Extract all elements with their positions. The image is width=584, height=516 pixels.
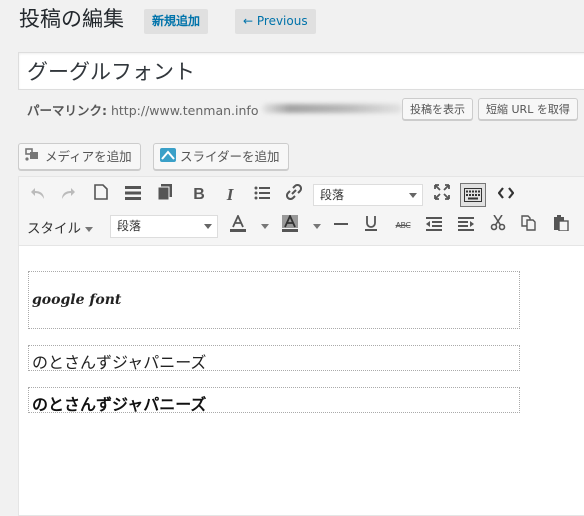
strikethrough-icon[interactable]: ABC [392, 215, 414, 237]
add-slider-label: スライダーを追加 [180, 149, 280, 164]
indent-icon[interactable] [455, 215, 477, 237]
view-post-button[interactable]: 投稿を表示 [402, 98, 473, 120]
format-select-2-value: 段落 [117, 219, 142, 233]
cut-icon[interactable] [487, 214, 509, 237]
redo-icon[interactable] [57, 184, 79, 206]
copy-icon[interactable] [518, 215, 540, 237]
permalink-row: パーマリンク: http://www.tenman.info [27, 100, 258, 119]
chevron-down-icon[interactable] [313, 224, 321, 229]
underline-icon[interactable] [360, 215, 382, 237]
permalink-label: パーマリンク: [27, 103, 107, 118]
chevron-down-icon [409, 193, 417, 198]
outdent-icon[interactable] [423, 215, 445, 237]
add-new-button[interactable]: 新規追加 [144, 9, 209, 34]
chevron-down-icon[interactable] [261, 224, 269, 229]
chevron-down-icon [204, 224, 212, 229]
add-slider-button[interactable]: スライダーを追加 [153, 143, 289, 170]
content-block[interactable]: のとさんずジャパニーズ [28, 345, 520, 372]
bullet-list-icon[interactable] [251, 184, 273, 206]
horizontal-rule-icon[interactable] [330, 215, 352, 237]
content-text: google font [32, 292, 122, 308]
format-select-2[interactable]: 段落 [110, 215, 218, 238]
paste-icon[interactable] [155, 184, 177, 206]
paste-text-icon[interactable] [550, 215, 572, 237]
font-color-icon[interactable] [227, 213, 249, 237]
bold-icon[interactable]: B [188, 184, 210, 206]
add-media-button[interactable]: メディアを追加 [18, 143, 141, 170]
permalink-url[interactable]: http://www.tenman.info [111, 103, 258, 118]
italic-icon[interactable]: I [219, 184, 241, 206]
chevron-down-icon [85, 226, 93, 232]
fullscreen-icon[interactable] [431, 184, 453, 206]
previous-button[interactable]: ← Previous [235, 9, 316, 34]
slider-icon [160, 145, 176, 170]
code-icon[interactable] [495, 184, 517, 206]
post-title-input[interactable] [18, 52, 584, 90]
format-select[interactable]: 段落 [313, 184, 423, 206]
get-shortlink-button[interactable]: 短縮 URL を取得 [478, 98, 578, 120]
content-block[interactable]: のとさんずジャパニーズ [28, 387, 520, 414]
content-text: のとさんずジャパニーズ [32, 353, 207, 372]
background-color-icon[interactable] [279, 213, 301, 237]
undo-icon[interactable] [27, 184, 49, 206]
add-media-label: メディアを追加 [45, 149, 132, 164]
page-title: 投稿の編集 [19, 7, 124, 31]
link-icon[interactable] [283, 183, 305, 206]
styles-dropdown[interactable]: スタイル [27, 217, 93, 237]
redacted-url [262, 104, 402, 113]
content-text: のとさんずジャパニーズ [32, 395, 207, 414]
content-block[interactable]: google font [28, 271, 520, 329]
format-select-value: 段落 [320, 188, 345, 202]
keyboard-icon[interactable] [460, 183, 486, 207]
read-more-icon[interactable] [122, 184, 144, 206]
editor-toolbar: B I 段落 スタイル 段落 ABC [19, 177, 584, 246]
media-icon [25, 145, 41, 170]
styles-label: スタイル [27, 221, 81, 237]
new-document-icon[interactable] [90, 184, 112, 206]
